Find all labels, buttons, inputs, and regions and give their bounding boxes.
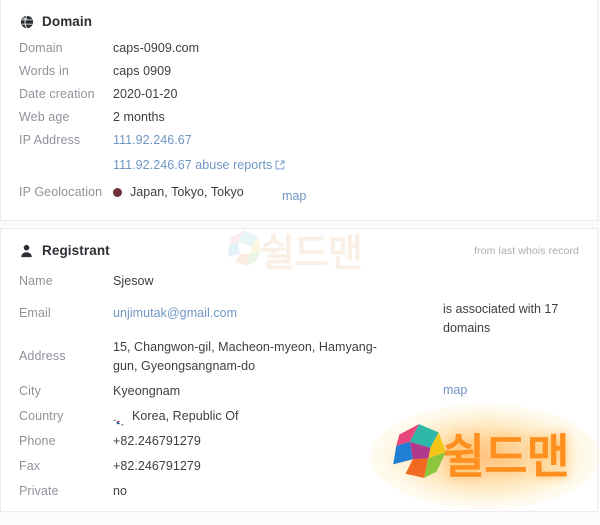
- row-label-country: Country: [19, 409, 64, 423]
- table-row: Private no: [1, 480, 597, 505]
- table-row: Phone +82.246791279: [1, 430, 597, 455]
- registrant-rows: Name Sjesow Email unjimutak@gmail.com Ad…: [1, 258, 597, 505]
- row-value-date-creation: 2020-01-20: [113, 87, 178, 101]
- ip-geolocation-value: Japan, Tokyo, Tokyo: [113, 181, 597, 204]
- domain-card-header: Domain: [1, 0, 597, 29]
- flag-japan-icon: [113, 188, 122, 197]
- row-label-phone: Phone: [19, 434, 56, 448]
- domain-rows: Domain caps-0909.com Words in caps 0909 …: [1, 29, 597, 208]
- table-row: Date creation 2020-01-20: [1, 83, 597, 106]
- user-icon: [19, 243, 34, 258]
- row-label-words-in: Words in: [19, 64, 69, 78]
- flag-south-korea-icon: [113, 412, 124, 427]
- row-label-private: Private: [19, 484, 59, 498]
- external-link-icon: [275, 155, 285, 177]
- table-row: Words in caps 0909: [1, 60, 597, 83]
- row-label-domain: Domain: [19, 41, 63, 55]
- registrant-email-link[interactable]: unjimutak@gmail.com: [113, 306, 237, 320]
- table-row: Domain caps-0909.com: [1, 37, 597, 60]
- table-row: IP Address 111.92.246.67: [1, 129, 597, 154]
- table-row: Fax +82.246791279: [1, 455, 597, 480]
- row-value-phone: +82.246791279: [113, 434, 201, 448]
- table-row: Name Sjesow: [1, 270, 597, 302]
- row-label-city: City: [19, 384, 41, 398]
- row-value-web-age: 2 months: [113, 110, 165, 124]
- domain-card: Domain Domain caps-0909.com Words in cap…: [0, 0, 598, 221]
- table-row: Address 15, Changwon-gil, Macheon-myeon,…: [1, 334, 597, 380]
- table-row: City Kyeongnam: [1, 380, 597, 405]
- associated-domains-note: is associated with 17 domains: [443, 302, 559, 335]
- abuse-reports-link[interactable]: 111.92.246.67 abuse reports: [113, 158, 272, 172]
- ip-address-link[interactable]: 111.92.246.67: [113, 129, 597, 152]
- row-label-email: Email: [19, 306, 51, 320]
- row-label-web-age: Web age: [19, 110, 70, 124]
- whois-record-note: from last whois record: [474, 244, 579, 257]
- abuse-reports-cell: 111.92.246.67 abuse reports: [113, 154, 597, 177]
- row-label-name: Name: [19, 274, 53, 288]
- row-label-address: Address: [19, 349, 66, 363]
- ip-geolocation-text: Japan, Tokyo, Tokyo: [130, 185, 244, 199]
- table-row: Country Korea, Republic Of: [1, 405, 597, 430]
- abuse-reports-row: 111.92.246.67 abuse reports: [1, 154, 597, 177]
- row-label-ip-address: IP Address: [19, 133, 81, 147]
- city-map-link[interactable]: map: [443, 383, 467, 397]
- row-value-country: Korea, Republic Of: [113, 405, 597, 428]
- row-value-fax: +82.246791279: [113, 459, 201, 473]
- table-row: Web age 2 months: [1, 106, 597, 129]
- domain-card-title: Domain: [42, 14, 93, 29]
- registrant-card-header: Registrant from last whois record: [1, 229, 597, 258]
- row-value-domain: caps-0909.com: [113, 41, 200, 55]
- row-value-name: Sjesow: [113, 274, 154, 288]
- row-label-fax: Fax: [19, 459, 41, 473]
- ip-geolocation-map-link[interactable]: map: [282, 189, 306, 203]
- row-label-ip-geolocation: IP Geolocation: [19, 185, 103, 199]
- registrant-card-title: Registrant: [42, 243, 110, 258]
- row-label-date-creation: Date creation: [19, 87, 95, 101]
- globe-icon: [19, 14, 34, 29]
- row-value-private: no: [113, 484, 128, 498]
- registrant-card: Registrant from last whois record Name S…: [0, 228, 598, 512]
- row-value-address: 15, Changwon-gil, Macheon-myeon, Hamyang…: [113, 340, 377, 373]
- row-value-city: Kyeongnam: [113, 384, 181, 398]
- row-value-words-in: caps 0909: [113, 64, 172, 78]
- country-text: Korea, Republic Of: [132, 409, 239, 423]
